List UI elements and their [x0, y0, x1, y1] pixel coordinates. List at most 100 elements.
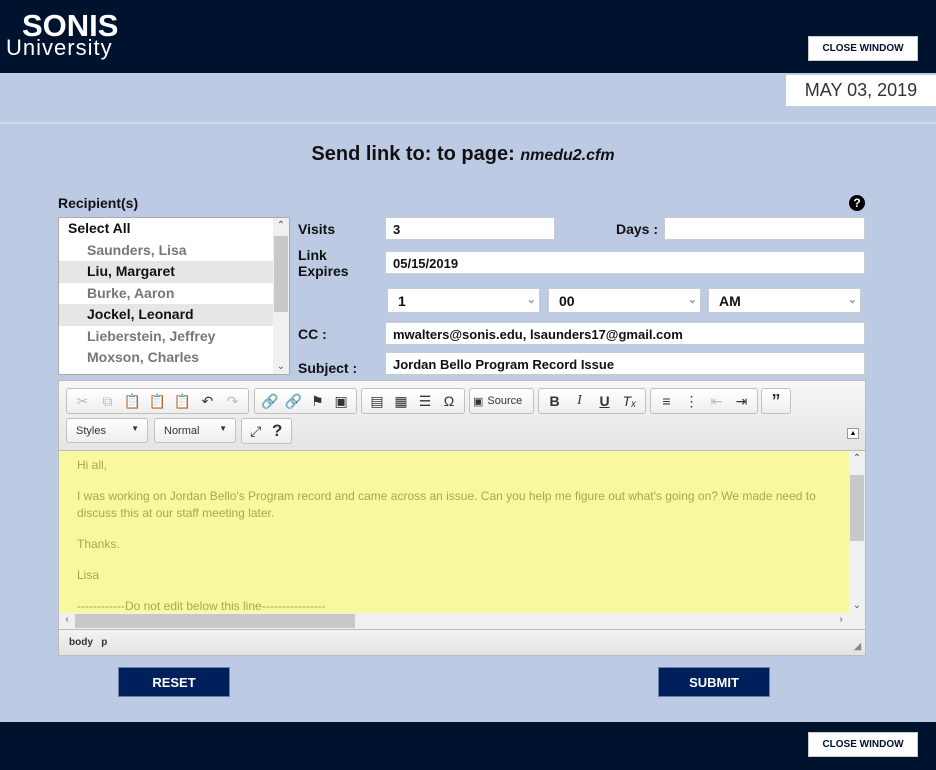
cc-input[interactable]: mwalters@sonis.edu, lsaunders17@gmail.co… — [385, 322, 865, 345]
format-dropdown[interactable]: Normal ▼ — [154, 418, 236, 443]
ampm-select[interactable]: AM ⌄ — [708, 288, 861, 313]
ampm-value: AM — [719, 293, 741, 309]
scroll-thumb[interactable] — [850, 475, 864, 541]
recipient-option[interactable]: Moxson, Charles — [59, 347, 275, 369]
select-all-option[interactable]: Select All — [59, 218, 275, 240]
special-char-icon[interactable]: Ω — [437, 393, 461, 409]
format-label: Normal — [164, 425, 200, 437]
undo-icon[interactable]: ↶ — [195, 393, 220, 410]
link-expires-label: Link Expires — [298, 247, 349, 279]
blockquote-icon: ” — [771, 390, 781, 411]
image-icon[interactable]: ▤ — [365, 393, 389, 410]
expires-date-input[interactable]: 05/15/2019 — [385, 251, 865, 274]
link-group: 🔗 🔗 ⚑ ▣ — [254, 388, 357, 414]
clipboard-group: ✂ ⧉ 📋 📋 📋 ↶ ↷ — [66, 388, 249, 414]
editor-horizontal-scrollbar[interactable]: ‹ › — [59, 613, 865, 629]
unlink-icon[interactable]: 🔗 — [282, 393, 306, 410]
copy-icon[interactable]: ⧉ — [95, 393, 120, 410]
editor-paragraph: Lisa — [77, 568, 100, 582]
scroll-left-icon[interactable]: ‹ — [59, 614, 75, 625]
styles-dropdown[interactable]: Styles ▼ — [66, 418, 148, 443]
maximize-icon[interactable]: ⤢ — [245, 423, 267, 440]
scroll-thumb[interactable] — [75, 614, 355, 628]
chevron-down-icon: ⌄ — [847, 294, 857, 306]
rich-text-editor: ✂ ⧉ 📋 📋 📋 ↶ ↷ 🔗 🔗 ⚑ ▣ ▤ ▦ ☰ Ω ▣ Source B I U Tₓ ≡ ⋮ ⇤ ⇥ ” S… — [58, 380, 866, 656]
visits-input[interactable]: 3 — [385, 217, 555, 240]
blockquote-button[interactable]: ” — [761, 388, 791, 414]
horizontal-line-icon[interactable]: ☰ — [413, 393, 437, 410]
element-path: body p ◢ — [59, 629, 865, 655]
italic-icon[interactable]: I — [567, 393, 592, 409]
chevron-down-icon: ⌄ — [526, 294, 536, 306]
resize-handle-icon[interactable]: ◢ — [854, 641, 861, 652]
editor-content[interactable]: Hi all, I was working on Jordan Bello's P… — [59, 451, 849, 613]
days-label: Days : — [616, 221, 659, 237]
scroll-down-icon[interactable]: ⌄ — [273, 361, 289, 372]
source-icon: ▣ — [473, 395, 484, 408]
recipients-label: Recipient(s) — [58, 195, 139, 211]
about-icon[interactable]: ? — [267, 421, 289, 441]
minute-select[interactable]: 00 ⌄ — [548, 288, 701, 313]
subject-input[interactable]: Jordan Bello Program Record Issue — [385, 352, 865, 375]
scroll-up-icon[interactable]: ⌃ — [273, 220, 289, 231]
editor-toolbar: ✂ ⧉ 📋 📋 📋 ↶ ↷ 🔗 🔗 ⚑ ▣ ▤ ▦ ☰ Ω ▣ Source B I U Tₓ ≡ ⋮ ⇤ ⇥ ” S… — [59, 381, 865, 451]
source-button[interactable]: ▣ Source — [469, 388, 534, 414]
iframe-icon[interactable]: ▣ — [329, 393, 353, 410]
recipient-option[interactable]: Saunders, Lisa — [59, 240, 275, 262]
footer: CLOSE WINDOW — [0, 722, 936, 770]
recipient-option[interactable]: Lieberstein, Jeffrey — [59, 326, 275, 348]
outdent-icon[interactable]: ⇤ — [704, 393, 729, 410]
minute-value: 00 — [559, 293, 575, 309]
bulleted-list-icon[interactable]: ⋮ — [679, 393, 704, 410]
remove-format-icon[interactable]: Tₓ — [617, 393, 642, 409]
anchor-flag-icon[interactable]: ⚑ — [306, 393, 330, 410]
table-icon[interactable]: ▦ — [389, 393, 413, 410]
close-window-button-footer[interactable]: CLOSE WINDOW — [808, 732, 918, 757]
list-scrollbar[interactable]: ⌃ ⌄ — [273, 218, 289, 374]
tools-group: ⤢? — [241, 418, 292, 444]
logo-subtitle: University — [6, 35, 113, 60]
page-title: Send link to: to page: nmedu2.cfm — [0, 143, 926, 166]
recipient-option[interactable]: Liu, Margaret — [59, 261, 275, 283]
recipients-list[interactable]: Select All Saunders, Lisa Liu, Margaret Bur… — [58, 217, 290, 375]
source-label: Source — [487, 395, 523, 407]
reset-button[interactable]: RESET — [118, 667, 230, 697]
recipient-option[interactable]: Burke, Aaron — [59, 283, 275, 305]
styles-label: Styles — [76, 425, 106, 437]
numbered-list-icon[interactable]: ≡ — [654, 393, 679, 409]
expires-label-1: Link — [298, 247, 327, 263]
bold-icon[interactable]: B — [542, 393, 567, 409]
indent-icon[interactable]: ⇥ — [729, 393, 754, 410]
scroll-thumb[interactable] — [274, 236, 288, 312]
help-icon[interactable]: ? — [849, 195, 865, 211]
close-window-button[interactable]: CLOSE WINDOW — [808, 36, 918, 61]
link-icon[interactable]: 🔗 — [258, 393, 282, 410]
paste-icon[interactable]: 📋 — [120, 393, 145, 410]
days-input[interactable] — [664, 217, 865, 240]
cc-label: CC : — [298, 326, 327, 342]
hour-select[interactable]: 1 ⌄ — [387, 288, 540, 313]
scroll-down-icon[interactable]: ⌄ — [849, 600, 865, 611]
redo-icon[interactable]: ↷ — [220, 393, 245, 410]
scroll-right-icon[interactable]: › — [833, 614, 849, 625]
current-date: MAY 03, 2019 — [786, 75, 936, 106]
header: SONIS University CLOSE WINDOW — [0, 0, 936, 73]
expires-label-2: Expires — [298, 263, 349, 279]
underline-icon[interactable]: U — [592, 393, 617, 409]
path-p[interactable]: p — [101, 637, 107, 648]
list-group: ≡ ⋮ ⇤ ⇥ — [650, 388, 758, 414]
paste-word-icon[interactable]: 📋 — [170, 393, 195, 410]
paste-text-icon[interactable]: 📋 — [145, 393, 170, 410]
caret-down-icon: ▼ — [219, 424, 227, 433]
recipient-option[interactable]: Klein, Ronald — [59, 369, 275, 375]
subject-label: Subject : — [298, 360, 358, 376]
collapse-toolbar-icon[interactable]: ▲ — [847, 428, 859, 439]
recipient-option[interactable]: Jockel, Leonard — [59, 304, 275, 326]
cut-icon[interactable]: ✂ — [70, 393, 95, 410]
editor-vertical-scrollbar[interactable]: ⌃ ⌄ — [849, 451, 865, 613]
submit-button[interactable]: SUBMIT — [658, 667, 770, 697]
caret-down-icon: ▼ — [131, 424, 139, 433]
visits-label: Visits — [298, 221, 336, 237]
path-body[interactable]: body — [69, 637, 93, 648]
scroll-up-icon[interactable]: ⌃ — [849, 453, 865, 464]
